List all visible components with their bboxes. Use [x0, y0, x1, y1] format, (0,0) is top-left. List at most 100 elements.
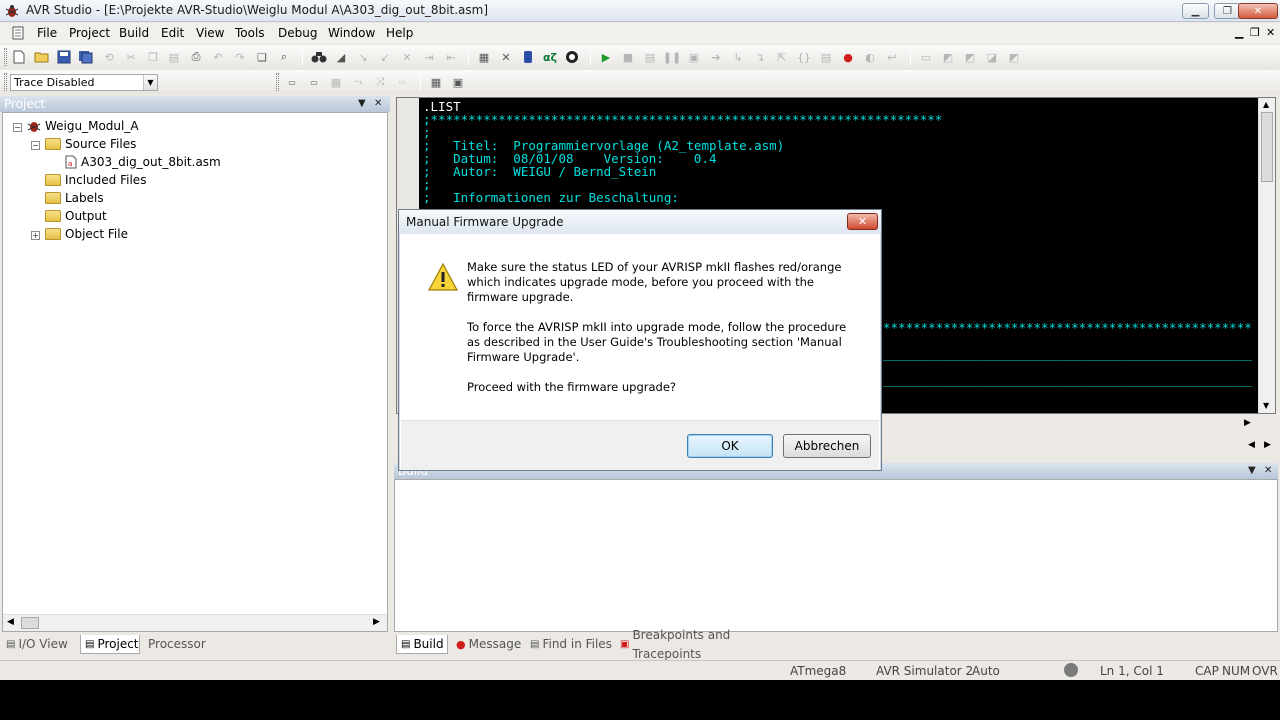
build-output[interactable] [394, 479, 1278, 632]
tree-source-file[interactable]: a A303_dig_out_8bit.asm [65, 155, 221, 169]
prev-tab-icon[interactable]: ◀ [1248, 440, 1255, 450]
panel-menu-icon[interactable]: ▼ [1248, 463, 1256, 479]
copy-icon[interactable]: ❐ [145, 49, 161, 65]
find-in-files-icon[interactable]: ⌕ [276, 49, 292, 65]
stk-icon[interactable] [564, 49, 580, 65]
print-icon[interactable]: ⎙ [188, 49, 204, 65]
next-bookmark-icon[interactable]: ↘ [355, 49, 371, 65]
tree-source-files[interactable]: Source Files [45, 137, 136, 151]
show-next-statement-icon[interactable]: ➔ [708, 49, 724, 65]
scroll-thumb[interactable] [1261, 112, 1273, 182]
trace-step-icon[interactable]: ⤳ [350, 74, 366, 90]
toolbar-grip[interactable] [276, 73, 279, 91]
menu-build[interactable]: Build [119, 26, 149, 40]
chevron-down-icon[interactable]: ▼ [143, 75, 157, 90]
menu-tools[interactable]: Tools [235, 26, 265, 40]
panel-close-icon[interactable]: ✕ [1264, 463, 1272, 479]
disassembler-icon[interactable]: ◪ [984, 49, 1000, 65]
menu-debug[interactable]: Debug [278, 26, 317, 40]
restore-button[interactable]: ❐ [1214, 3, 1241, 19]
step-into-icon[interactable]: ↳ [730, 49, 746, 65]
editor-vscrollbar[interactable]: ▲ ▼ [1258, 98, 1275, 413]
next-tab-icon[interactable]: ▶ [1264, 440, 1271, 450]
trace-next-icon[interactable]: ⤨ [372, 74, 388, 90]
toggle-breakpoint-icon[interactable]: ● [840, 49, 856, 65]
project-hscrollbar[interactable]: ◀ ▶ [3, 614, 387, 631]
menu-window[interactable]: Window [328, 26, 375, 40]
tab-find-in-files[interactable]: ▤ Find in Files [526, 635, 612, 654]
collapse-icon[interactable]: − [31, 141, 40, 150]
panel-menu-icon[interactable]: ▼ [358, 96, 366, 112]
con-chip-icon[interactable]: ▭ [284, 74, 300, 90]
indent-icon[interactable]: ⇥ [421, 49, 437, 65]
menu-help[interactable]: Help [386, 26, 413, 40]
tab-io-view[interactable]: ▤ I/O View [2, 635, 76, 654]
scroll-thumb[interactable] [21, 617, 39, 629]
tools-icon[interactable]: ✕ [498, 49, 514, 65]
scroll-right-icon[interactable]: ▶ [1244, 418, 1251, 428]
outdent-icon[interactable]: ⇤ [443, 49, 459, 65]
windows-icon[interactable]: ❏ [254, 49, 270, 65]
tree-output[interactable]: Output [45, 209, 107, 223]
scroll-right-icon[interactable]: ▶ [373, 617, 380, 627]
memory-chip-icon[interactable]: ▦ [328, 74, 344, 90]
toolbar-grip[interactable] [4, 48, 7, 66]
processor-icon[interactable]: ◩ [1006, 49, 1022, 65]
menu-project[interactable]: Project [69, 26, 110, 40]
collapse-icon[interactable]: − [13, 123, 22, 132]
remove-breakpoints-icon[interactable]: ◐ [862, 49, 878, 65]
tab-message[interactable]: ● Message [452, 635, 524, 654]
tree-root[interactable]: Weigu_Modul_A [27, 119, 139, 133]
break-icon[interactable]: ❚❚ [663, 49, 681, 65]
reset-icon[interactable]: ▣ [686, 49, 702, 65]
minimize-button[interactable]: ▁ [1182, 3, 1209, 19]
registers-icon[interactable]: ◩ [962, 49, 978, 65]
upload-icon[interactable]: ⟲ [101, 49, 117, 65]
run-icon[interactable]: ▤ [642, 49, 658, 65]
scroll-down-icon[interactable]: ▼ [1263, 401, 1269, 410]
prev-bookmark-icon[interactable]: ↙ [377, 49, 393, 65]
cancel-button[interactable]: Abbrechen [783, 434, 871, 458]
expand-icon[interactable]: + [31, 231, 40, 240]
save-all-icon[interactable] [78, 49, 94, 65]
step-over-icon[interactable]: ↴ [752, 49, 768, 65]
tab-processor[interactable]: Processor [144, 635, 210, 654]
run-to-cursor-icon[interactable]: {} [796, 49, 812, 65]
mdi-restore-button[interactable]: ❐ [1250, 26, 1260, 39]
tab-project[interactable]: ▤ Project [80, 635, 140, 654]
trace-run-icon[interactable]: ▣ [450, 74, 466, 90]
code-text[interactable]: .LIST ;*********************************… [423, 100, 942, 204]
auto-trace-icon[interactable]: ▭ [394, 74, 410, 90]
avr-chip-icon[interactable]: ▭ [306, 74, 322, 90]
memory-icon[interactable]: ◩ [940, 49, 956, 65]
scroll-left-icon[interactable]: ◀ [7, 617, 14, 627]
menu-file[interactable]: File [37, 26, 57, 40]
mdi-close-button[interactable]: ✕ [1266, 26, 1275, 39]
close-button[interactable]: ✕ [1238, 3, 1278, 19]
new-file-icon[interactable] [11, 49, 27, 65]
step-out-icon[interactable]: ⇱ [774, 49, 790, 65]
clear-bookmarks-icon[interactable]: ✕ [399, 49, 415, 65]
paste-icon[interactable]: ▤ [166, 49, 182, 65]
redo-icon[interactable]: ↷ [232, 49, 248, 65]
tab-build[interactable]: ▤ Build [396, 635, 448, 654]
tree-object-file[interactable]: Object File [45, 227, 128, 241]
menu-edit[interactable]: Edit [161, 26, 184, 40]
toggle-bookmark-icon[interactable]: ◢ [333, 49, 349, 65]
device-icon[interactable] [520, 49, 536, 65]
trace-table-icon[interactable]: ▦ [428, 74, 444, 90]
dialog-close-button[interactable]: ✕ [847, 213, 878, 230]
trace-select[interactable]: Trace Disabled ▼ [10, 74, 158, 91]
open-folder-icon[interactable] [34, 49, 50, 65]
tree-included-files[interactable]: Included Files [45, 173, 146, 187]
quickwatch-icon[interactable]: ↩ [884, 49, 900, 65]
con-icon[interactable]: αζ [542, 49, 558, 65]
stop-debugging-icon[interactable]: ■ [620, 49, 636, 65]
undo-icon[interactable]: ↶ [210, 49, 226, 65]
cut-icon[interactable]: ✂ [123, 49, 139, 65]
scroll-up-icon[interactable]: ▲ [1263, 100, 1269, 109]
ok-button[interactable]: OK [687, 434, 773, 458]
tree-labels[interactable]: Labels [45, 191, 104, 205]
start-debugging-icon[interactable]: ▶ [598, 49, 614, 65]
find-binoculars-icon[interactable] [311, 49, 327, 65]
